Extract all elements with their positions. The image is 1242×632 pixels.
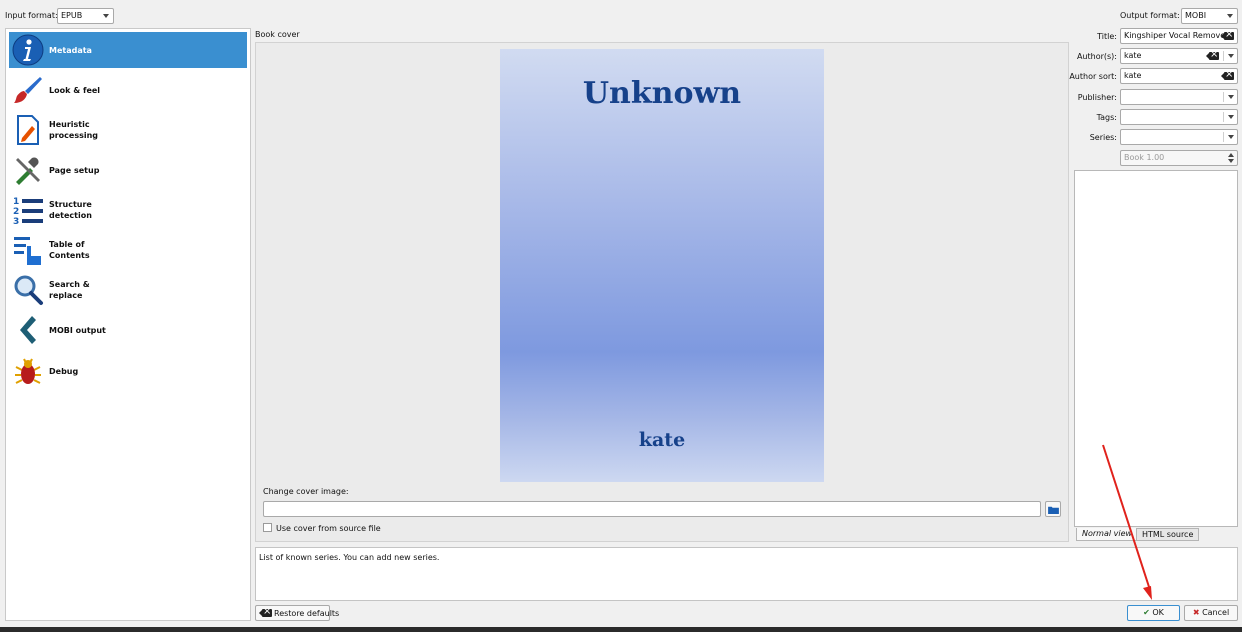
svg-text:3: 3 — [13, 217, 19, 226]
series-label: Series: — [1089, 133, 1117, 142]
cancel-icon: ✖ — [1192, 608, 1200, 617]
publisher-label: Publisher: — [1077, 93, 1117, 102]
numbered-list-icon: 1 2 3 — [13, 197, 43, 226]
cover-title: Unknown — [582, 76, 742, 111]
svg-text:2: 2 — [13, 207, 19, 217]
series-dropdown[interactable] — [1120, 129, 1238, 145]
sidebar-item-label: MOBI output — [49, 326, 106, 335]
input-format-value: EPUB — [61, 11, 83, 20]
sidebar-item-structure[interactable]: 1 2 3 Structure detection — [9, 192, 247, 228]
magnifier-icon — [14, 275, 43, 305]
help-text: List of known series. You can add new se… — [259, 553, 440, 562]
chevron-down-icon — [1228, 115, 1234, 119]
sidebar-item-toc[interactable]: Table of Contents — [9, 232, 247, 268]
restore-defaults-button[interactable]: Restore defaults — [255, 605, 339, 621]
restore-defaults-label: Restore defaults — [274, 609, 340, 618]
bug-icon — [15, 358, 41, 384]
chevron-left-icon — [20, 316, 36, 344]
output-format-label: Output format: — [1120, 11, 1180, 20]
divider — [1223, 112, 1224, 122]
divider — [1223, 51, 1224, 61]
sidebar-item-label: Structure detection — [49, 200, 92, 220]
sidebar-item-look-feel[interactable]: Look & feel — [9, 72, 247, 108]
sidebar-item-label: Debug — [49, 367, 79, 376]
divider — [1223, 92, 1224, 102]
title-label: Title: — [1097, 32, 1117, 41]
use-source-cover-label: Use cover from source file — [276, 524, 381, 533]
author-sort-value: kate — [1124, 71, 1142, 80]
folder-icon — [1047, 506, 1059, 514]
sidebar-item-debug[interactable]: Debug — [9, 353, 247, 389]
restore-icon — [259, 606, 272, 618]
title-input[interactable]: Kingshiper Vocal Remover — [1120, 28, 1238, 44]
info-icon — [12, 34, 44, 66]
taskbar-strip — [0, 627, 1242, 632]
chevron-down-icon — [1228, 135, 1234, 139]
book-cover-label: Book cover — [255, 30, 300, 39]
spin-down-icon[interactable] — [1228, 159, 1234, 163]
clear-icon[interactable] — [1221, 69, 1234, 81]
tags-label: Tags: — [1096, 113, 1117, 122]
sidebar-item-page-setup[interactable]: Page setup — [9, 152, 247, 188]
sidebar-item-label: Page setup — [49, 166, 100, 175]
sidebar-item-search-replace[interactable]: Search & replace — [9, 272, 247, 308]
sidebar-item-label: Heuristic processing — [49, 120, 99, 140]
change-cover-label: Change cover image: — [263, 487, 349, 496]
sidebar-item-label: Table of Contents — [49, 240, 90, 260]
cover-path-input[interactable] — [263, 501, 1041, 517]
authors-input[interactable]: kate — [1120, 48, 1238, 64]
chevron-down-icon — [103, 14, 109, 18]
tools-icon — [16, 157, 40, 185]
series-index-value: Book 1.00 — [1124, 153, 1165, 162]
title-value: Kingshiper Vocal Remover — [1124, 31, 1229, 40]
sidebar-item-label: Search & replace — [49, 280, 90, 300]
cancel-button[interactable]: ✖ Cancel — [1184, 605, 1238, 621]
sidebar-item-label: Metadata — [49, 46, 92, 55]
cover-image: Unknown kate — [500, 49, 824, 482]
browse-cover-button[interactable] — [1045, 501, 1061, 517]
sidebar-item-label: Look & feel — [49, 86, 101, 95]
chevron-down-icon — [1227, 14, 1233, 18]
output-format-dropdown[interactable]: MOBI — [1181, 8, 1238, 24]
paintbrush-icon — [14, 77, 42, 103]
toc-hand-icon — [14, 237, 41, 265]
author-sort-input[interactable]: kate — [1120, 68, 1238, 84]
cover-author: kate — [638, 429, 686, 451]
input-format-label: Input format: — [5, 11, 58, 20]
sidebar-item-heuristic[interactable]: Heuristic processing — [9, 112, 247, 148]
annotation-arrow — [1102, 444, 1152, 600]
publisher-dropdown[interactable] — [1120, 89, 1238, 105]
tags-dropdown[interactable] — [1120, 109, 1238, 125]
clear-icon[interactable] — [1221, 29, 1234, 41]
use-source-cover-checkbox[interactable] — [263, 523, 272, 532]
output-format-value: MOBI — [1185, 11, 1207, 20]
clear-icon[interactable] — [1206, 49, 1219, 61]
chevron-down-icon — [1228, 95, 1234, 99]
document-edit-icon — [17, 115, 39, 145]
series-index-spinbox[interactable]: Book 1.00 — [1120, 150, 1238, 166]
spin-up-icon[interactable] — [1228, 153, 1234, 157]
chevron-down-icon[interactable] — [1228, 54, 1234, 58]
divider — [1223, 132, 1224, 142]
authors-value: kate — [1124, 51, 1142, 60]
author-sort-label: Author sort: — [1069, 72, 1117, 81]
conversion-sections-list: Metadata Look & feel Heuristic processin… — [5, 28, 251, 621]
input-format-dropdown[interactable]: EPUB — [57, 8, 114, 24]
authors-label: Author(s): — [1076, 52, 1117, 61]
sidebar-item-mobi-output[interactable]: MOBI output — [9, 312, 247, 348]
cancel-label: Cancel — [1202, 608, 1230, 617]
svg-text:1: 1 — [13, 197, 19, 207]
sidebar-item-metadata[interactable]: Metadata — [9, 32, 247, 68]
